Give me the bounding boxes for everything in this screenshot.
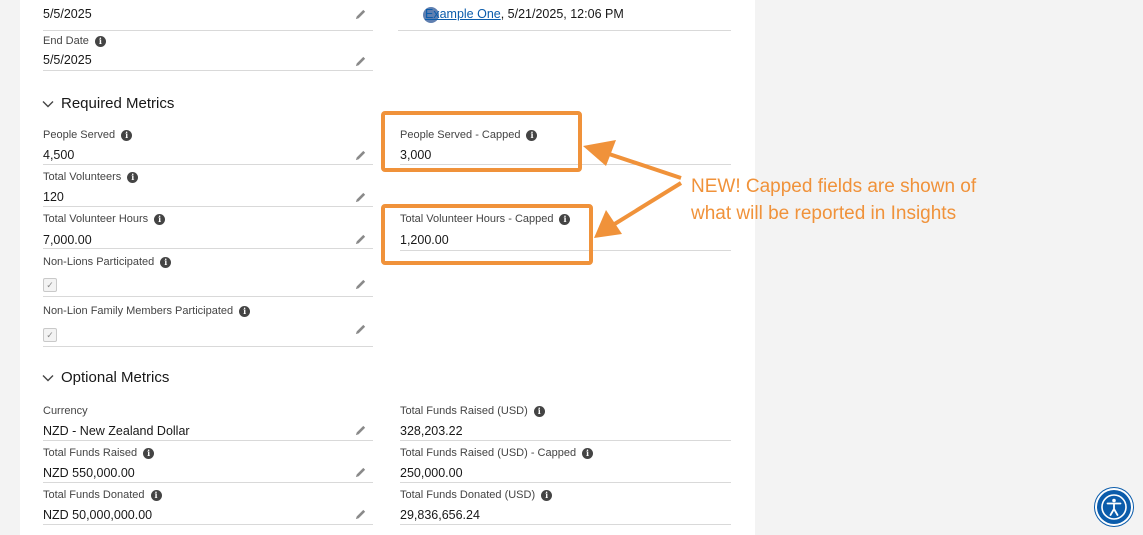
accessibility-icon bbox=[1101, 494, 1127, 520]
annotation-arrows bbox=[583, 140, 683, 238]
accessibility-button[interactable] bbox=[1097, 490, 1131, 524]
arrow-line-top bbox=[605, 151, 682, 180]
annotation-callout: NEW! Capped fields are shown of what wil… bbox=[691, 176, 977, 224]
arrow-line-bottom bbox=[611, 181, 683, 227]
